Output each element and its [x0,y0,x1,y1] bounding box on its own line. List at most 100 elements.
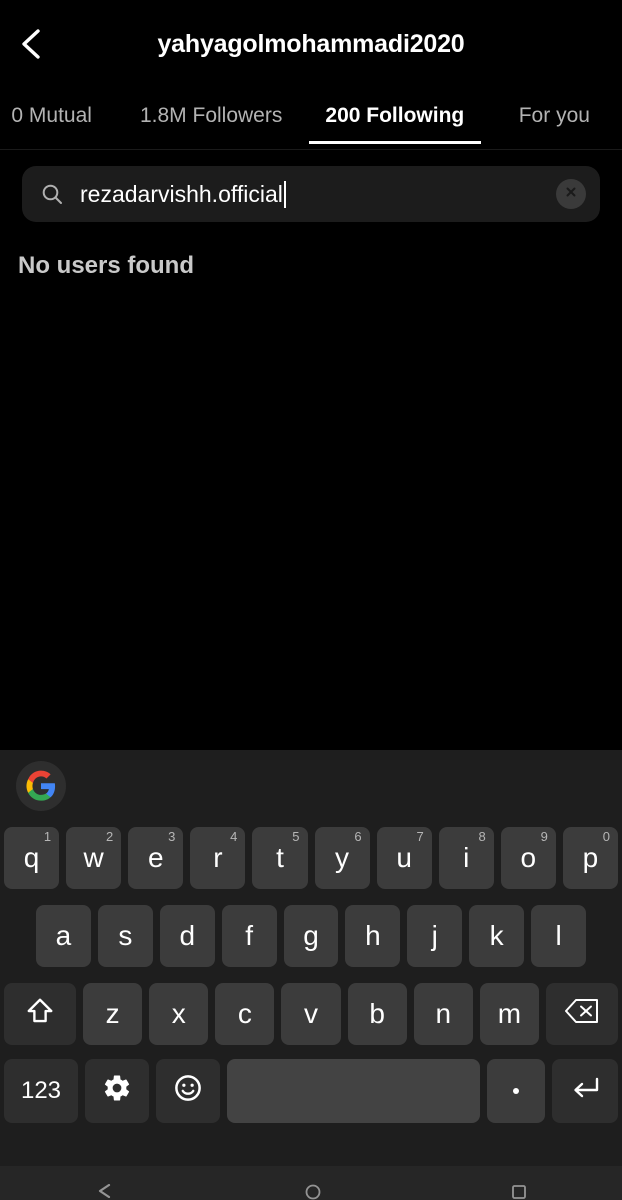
key-label: p [582,842,599,873]
key-label: c [237,998,252,1029]
space-key[interactable] [227,1059,480,1123]
back-button[interactable] [0,0,60,88]
key-label: b [369,998,385,1029]
gear-icon [102,1073,132,1110]
key-label: w [83,842,104,873]
key-label: j [431,920,438,951]
suggestion-strip [0,750,622,822]
key-hint: 2 [105,829,114,844]
enter-key[interactable] [552,1059,618,1123]
key-label: i [463,842,470,873]
key-label: m [497,998,522,1029]
key-f[interactable]: f [221,905,277,967]
numeric-mode-key[interactable]: 123 [4,1059,78,1123]
tab-bar: 0 Mutual 1.8M Followers 200 Following Fo… [0,88,622,150]
key-j[interactable]: j [407,905,463,967]
key-label: r [213,842,223,873]
key-hint: 9 [540,829,548,844]
tab-label: 200 Following [325,104,465,127]
emoji-key[interactable] [156,1059,220,1123]
app-root: yahyagolmohammadi2020 0 Mutual 1.8M Foll… [0,0,622,1200]
key-g[interactable]: g [283,905,339,967]
nav-home-icon[interactable] [305,1184,321,1200]
search-value-wrapper: rezadarvishh.official [80,180,556,208]
keyboard-row-3: z x c v b n m [4,978,618,1050]
nav-recents-icon[interactable] [511,1184,527,1200]
key-w[interactable]: 2 w [66,827,122,889]
key-e[interactable]: 3 e [128,827,184,889]
key-label: z [105,998,120,1029]
search-input[interactable]: rezadarvishh.official [22,166,600,222]
key-i[interactable]: 8 i [438,827,494,889]
keyboard-rows: 1 q 2 w 3 e 4 r 5 t 6 y 7 u 8 i 9 o 0 p … [0,822,622,1200]
period-dot-icon [513,1088,519,1094]
header-bar: yahyagolmohammadi2020 [0,0,622,88]
key-q[interactable]: 1 q [4,827,60,889]
keyboard-row-2: a s d f g h j k l [4,900,618,972]
key-o[interactable]: 9 o [500,827,556,889]
keyboard-row-4: 123 [4,1056,618,1126]
key-label: o [520,842,537,873]
virtual-keyboard: 1 q 2 w 3 e 4 r 5 t 6 y 7 u 8 i 9 o 0 p … [0,750,622,1200]
backspace-icon [564,997,600,1032]
tab-mutual[interactable]: 0 Mutual [0,88,119,144]
tab-for-you[interactable]: For you [487,88,622,144]
key-z[interactable]: z [83,983,143,1045]
key-r[interactable]: 4 r [190,827,246,889]
key-y[interactable]: 6 y [314,827,370,889]
enter-return-icon [569,1074,601,1109]
key-s[interactable]: s [97,905,153,967]
key-c[interactable]: c [215,983,275,1045]
key-hint: 3 [168,829,176,844]
keyboard-row-1: 1 q 2 w 3 e 4 r 5 t 6 y 7 u 8 i 9 o 0 p [4,822,618,894]
tab-label: 0 Mutual [11,104,92,127]
key-label: s [118,920,133,951]
page-title: yahyagolmohammadi2020 [157,29,465,58]
google-g-icon[interactable] [16,761,66,811]
backspace-key[interactable] [545,983,618,1045]
key-t[interactable]: 5 t [252,827,308,889]
keyboard-settings-key[interactable] [85,1059,149,1123]
key-label: q [23,842,40,873]
key-hint: 8 [478,829,486,844]
key-label: h [365,920,381,951]
key-label: v [303,998,318,1029]
key-n[interactable]: n [413,983,473,1045]
key-hint: 0 [602,829,610,844]
key-d[interactable]: d [159,905,215,967]
key-k[interactable]: k [469,905,525,967]
chevron-left-icon [17,27,43,61]
key-hint: 7 [416,829,424,844]
search-text: rezadarvishh.official [80,180,283,207]
key-label: x [171,998,186,1029]
results-list: No users found [0,222,622,280]
search-section: rezadarvishh.official [0,150,622,222]
key-label: e [147,842,164,873]
clear-search-button[interactable] [556,179,586,209]
period-key[interactable] [487,1059,545,1123]
key-label: y [335,842,350,873]
tab-label: 1.8M Followers [139,104,283,127]
nav-back-icon[interactable] [95,1183,115,1200]
key-v[interactable]: v [281,983,341,1045]
tab-followers[interactable]: 1.8M Followers [119,88,303,144]
key-m[interactable]: m [479,983,539,1045]
key-label: n [435,998,452,1029]
text-cursor [283,180,286,208]
key-h[interactable]: h [345,905,401,967]
empty-state-message: No users found [18,252,195,279]
system-nav-bar [0,1166,622,1200]
key-a[interactable]: a [36,905,91,967]
key-label: f [245,920,253,951]
tab-following[interactable]: 200 Following [303,88,487,144]
key-hint: 4 [230,829,238,844]
key-b[interactable]: b [347,983,407,1045]
key-l[interactable]: l [531,905,587,967]
key-hint: 5 [292,829,300,844]
key-label: a [55,920,72,951]
key-x[interactable]: x [149,983,209,1045]
shift-key[interactable] [4,983,76,1045]
key-u[interactable]: 7 u [376,827,432,889]
key-label: u [396,842,412,873]
key-p[interactable]: 0 p [562,827,618,889]
